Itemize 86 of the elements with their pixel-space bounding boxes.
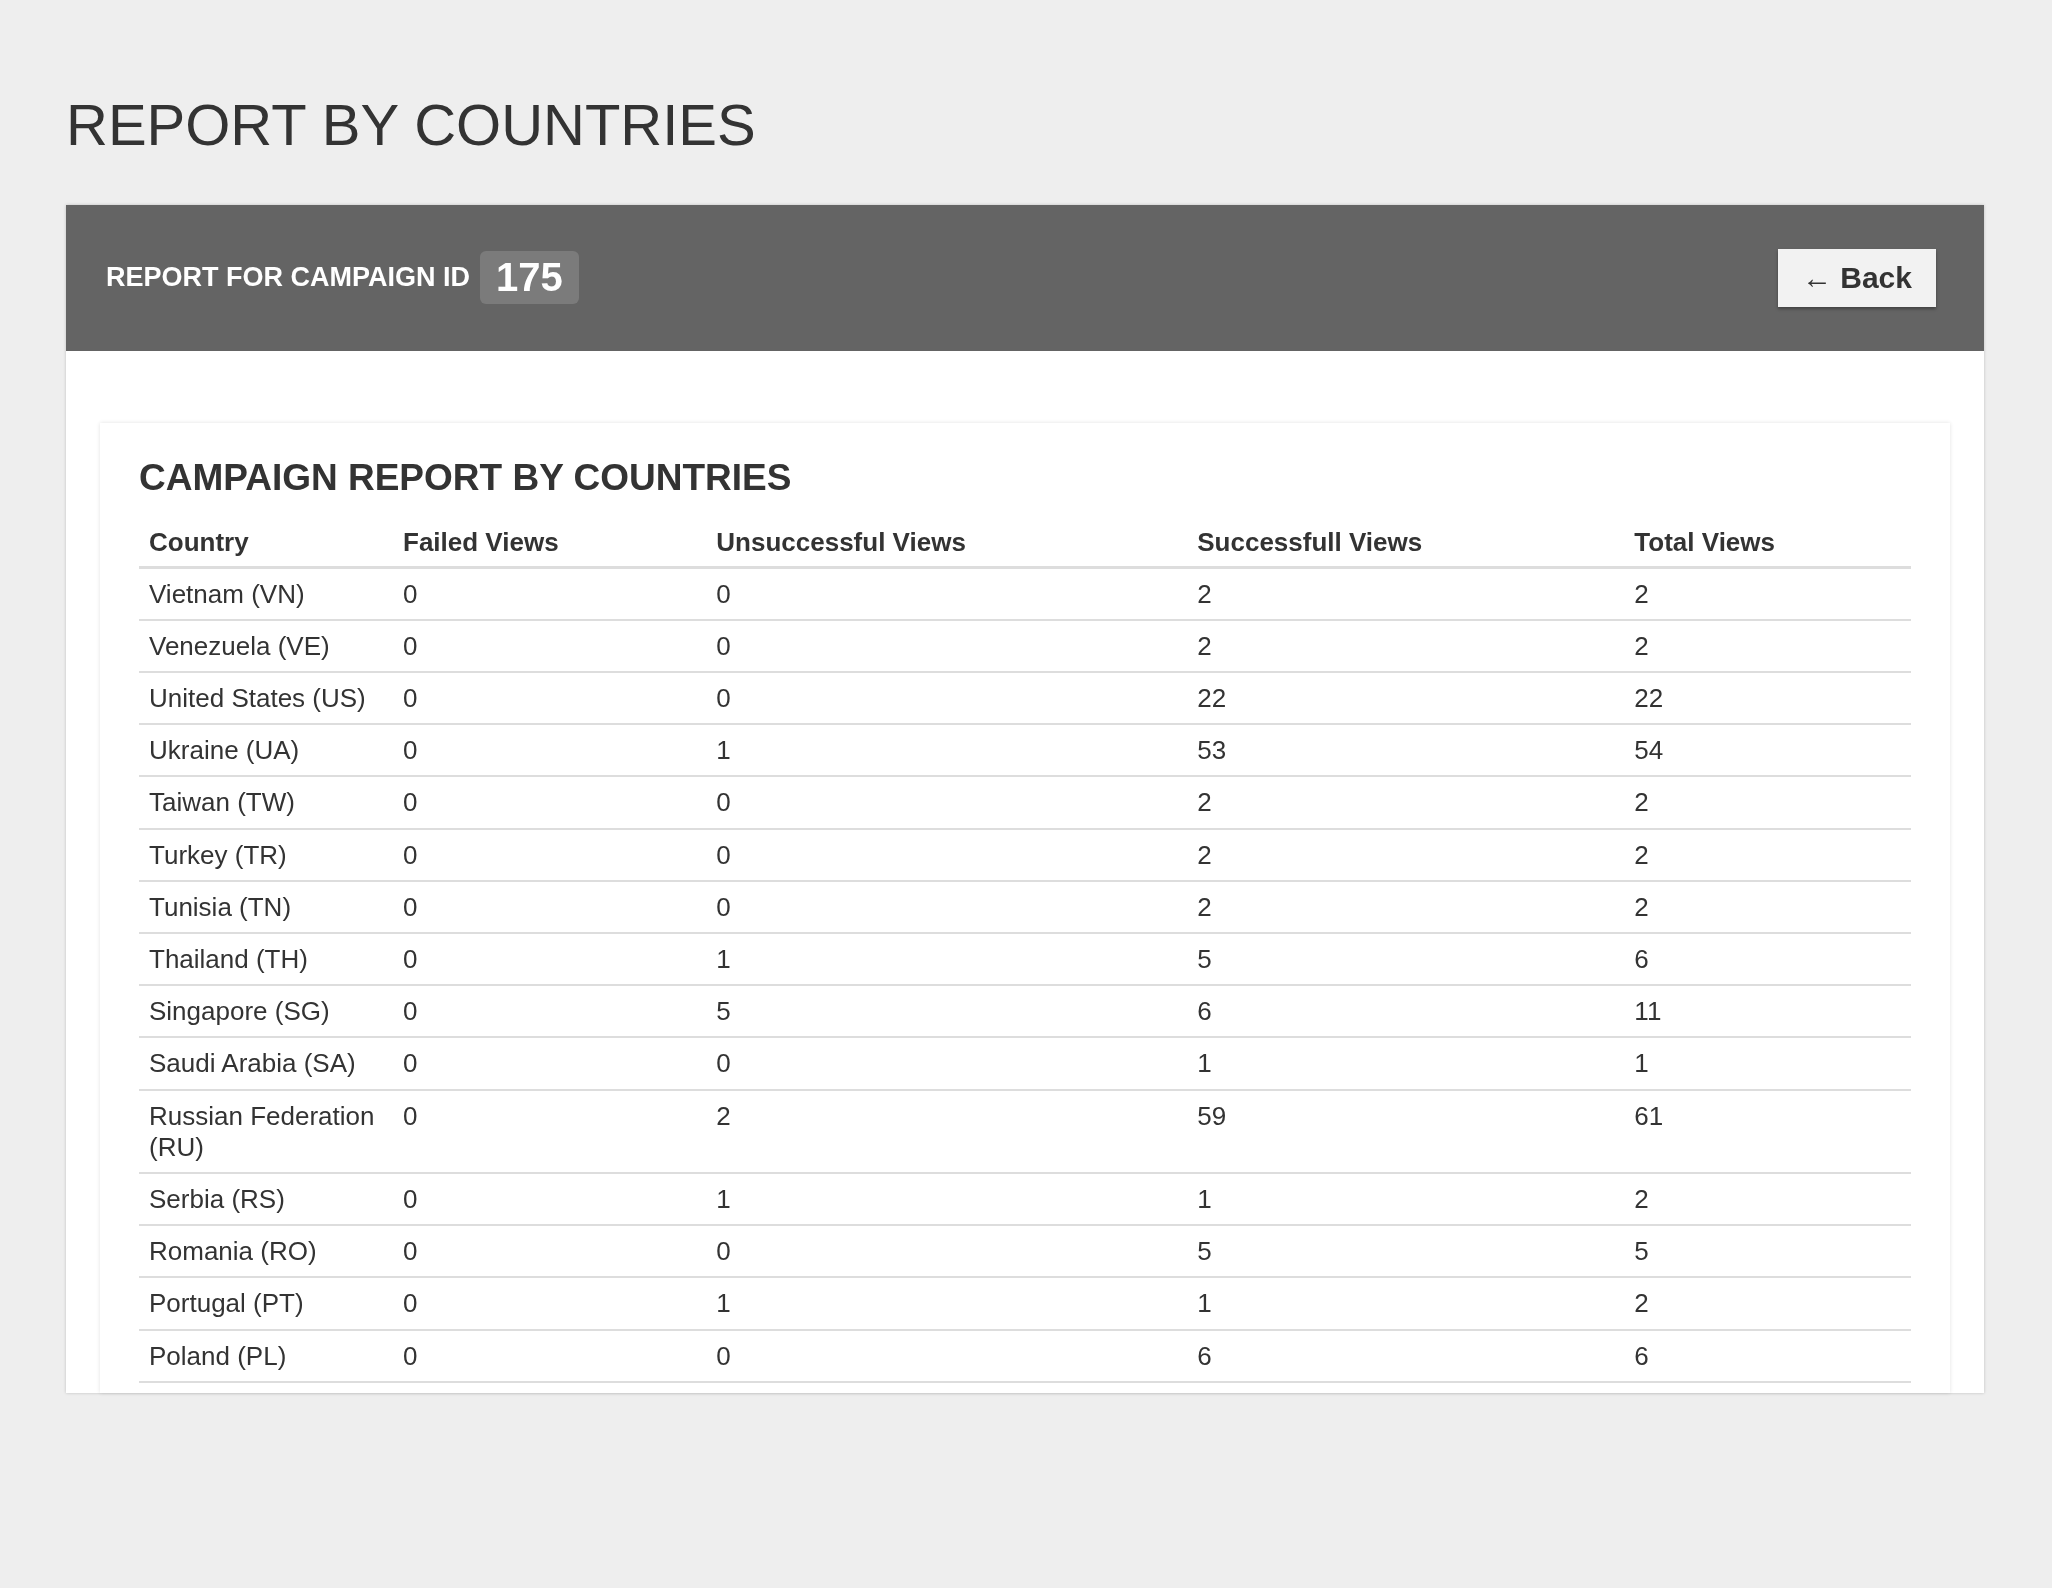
table-cell: 1 xyxy=(1187,1172,1625,1226)
table-cell: Ukraine (UA) xyxy=(139,724,393,777)
table-cell: United States (US) xyxy=(139,672,393,725)
table-cell: 0 xyxy=(393,1225,707,1278)
table-cell: 1 xyxy=(1187,1277,1625,1330)
column-header: Unsuccessful Views xyxy=(706,516,1188,568)
table-cell: 0 xyxy=(393,1329,707,1382)
table-cell: 2 xyxy=(1624,828,1911,881)
column-header: Successfull Views xyxy=(1187,516,1625,568)
table-cell: 0 xyxy=(393,567,707,620)
table-cell: 2 xyxy=(1624,880,1911,933)
table-cell: Serbia (RS) xyxy=(139,1172,393,1226)
table-cell: Saudi Arabia (SA) xyxy=(139,1037,393,1090)
table-cell: 5 xyxy=(1187,933,1625,986)
table-cell: 1 xyxy=(706,1172,1188,1226)
table-cell: 2 xyxy=(1187,880,1625,933)
table-cell: Singapore (SG) xyxy=(139,985,393,1038)
table-cell: 0 xyxy=(706,776,1188,829)
table-cell: 0 xyxy=(393,985,707,1038)
table-cell: 6 xyxy=(1624,933,1911,986)
table-cell: Tunisia (TN) xyxy=(139,880,393,933)
table-cell: 0 xyxy=(393,619,707,673)
table-cell: 0 xyxy=(706,1037,1188,1090)
table-cell: 5 xyxy=(1624,1225,1911,1278)
table-cell: Vietnam (VN) xyxy=(139,567,393,620)
table-cell: 2 xyxy=(1187,828,1625,881)
table-cell: 2 xyxy=(1624,619,1911,673)
table-cell: 0 xyxy=(393,880,707,933)
table-cell: 22 xyxy=(1187,672,1625,725)
table-cell: 0 xyxy=(393,1037,707,1090)
table-cell: 2 xyxy=(1624,776,1911,829)
table-cell: 2 xyxy=(1624,1172,1911,1226)
table-cell: 0 xyxy=(393,672,707,725)
table-cell: 0 xyxy=(393,724,707,777)
table-cell: 6 xyxy=(1624,1329,1911,1382)
table-cell: 59 xyxy=(1187,1089,1625,1173)
table-cell: Romania (RO) xyxy=(139,1225,393,1278)
table-cell: 2 xyxy=(1624,567,1911,620)
table-cell: 11 xyxy=(1624,985,1911,1038)
campaign-id-badge: 175 xyxy=(480,251,579,305)
column-header: Country xyxy=(139,516,393,568)
table-cell: Poland (PL) xyxy=(139,1329,393,1382)
table-cell: 6 xyxy=(1187,1329,1625,1382)
table-cell: 1 xyxy=(706,933,1188,986)
table-cell: 2 xyxy=(1187,619,1625,673)
table-cell: 61 xyxy=(1624,1089,1911,1173)
table-cell: 2 xyxy=(1624,1277,1911,1330)
table-cell: 0 xyxy=(393,1277,707,1330)
table-cell: 2 xyxy=(1187,776,1625,829)
table-cell: 0 xyxy=(706,1225,1188,1278)
table-cell: 0 xyxy=(393,776,707,829)
table-cell: 0 xyxy=(706,619,1188,673)
table-cell: 1 xyxy=(1187,1037,1625,1090)
table-cell: 0 xyxy=(706,672,1188,725)
table-cell: Venezuela (VE) xyxy=(139,619,393,673)
table-cell: 5 xyxy=(1187,1225,1625,1278)
table-cell: 0 xyxy=(706,1329,1188,1382)
table-cell: 0 xyxy=(393,1089,707,1173)
table-cell: 1 xyxy=(706,724,1188,777)
page-title: REPORT BY COUNTRIES xyxy=(66,92,757,159)
column-header: Failed Views xyxy=(393,516,707,568)
table-cell: 54 xyxy=(1624,724,1911,777)
table-cell: Turkey (TR) xyxy=(139,828,393,881)
back-button[interactable]: ← Back xyxy=(1777,248,1936,307)
table-cell: 2 xyxy=(1187,567,1625,620)
table-cell: 0 xyxy=(393,933,707,986)
table-cell: 53 xyxy=(1187,724,1625,777)
report-title: CAMPAIGN REPORT BY COUNTRIES xyxy=(139,456,793,499)
table-cell: Portugal (PT) xyxy=(139,1277,393,1330)
table-cell: 22 xyxy=(1624,672,1911,725)
table-cell: 0 xyxy=(706,828,1188,881)
table-cell: 1 xyxy=(1624,1037,1911,1090)
table-cell: 0 xyxy=(393,828,707,881)
table-cell: Thailand (TH) xyxy=(139,933,393,986)
arrow-left-icon: ← xyxy=(1801,260,1832,294)
table-cell: 0 xyxy=(706,567,1188,620)
table-cell: 2 xyxy=(706,1089,1188,1173)
table-cell: Russian Federation (RU) xyxy=(139,1089,393,1173)
column-header: Total Views xyxy=(1624,516,1911,568)
table-cell: 6 xyxy=(1187,985,1625,1038)
table-cell: 5 xyxy=(706,985,1188,1038)
table-cell: 1 xyxy=(706,1277,1188,1330)
table-cell: Taiwan (TW) xyxy=(139,776,393,829)
panel-heading: REPORT FOR CAMPAIGN ID xyxy=(106,262,470,294)
table-cell: 0 xyxy=(393,1172,707,1226)
table-cell: 0 xyxy=(706,880,1188,933)
